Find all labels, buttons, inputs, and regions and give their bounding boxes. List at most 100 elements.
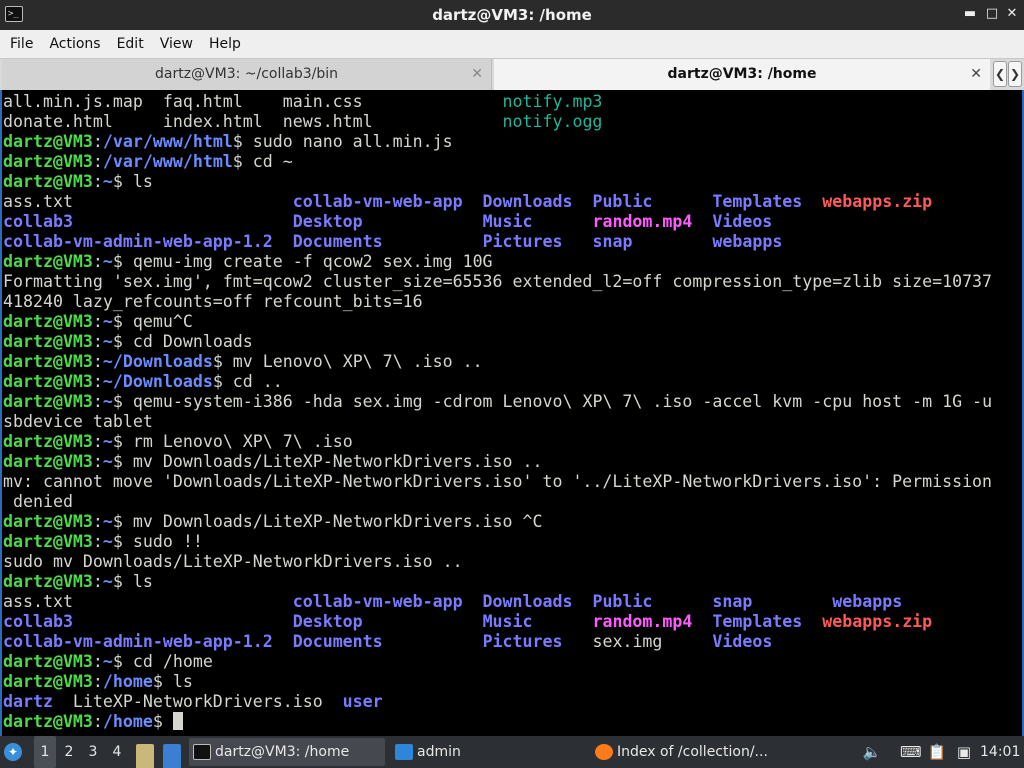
terminal-segment-plain (652, 192, 712, 211)
tab-label: dartz@VM3: /home (667, 66, 817, 82)
tab-collab3-bin[interactable]: dartz@VM3: ~/collab3/bin ✕ (2, 59, 492, 90)
terminal-segment-user: dartz@VM3 (3, 512, 93, 531)
menu-help[interactable]: Help (201, 30, 249, 58)
terminal-line: dartz@VM3:/home$ (3, 712, 992, 732)
tab-home[interactable]: dartz@VM3: /home ✕ (494, 59, 990, 90)
terminal-segment-dir: user (342, 692, 383, 711)
workspace-3[interactable]: 3 (82, 736, 104, 768)
terminal-segment-zip: webapps.zip (822, 612, 933, 631)
task-terminal[interactable]: dartz@VM3: /home (189, 738, 385, 766)
terminal-segment-plain: : (92, 332, 103, 351)
terminal-line: collab3 Desktop Music random.mp4 Videos (3, 212, 992, 232)
tab-scroll-left-icon[interactable]: ❮ (993, 61, 1007, 87)
terminal-segment-user: dartz@VM3 (3, 652, 93, 671)
task-admin-folder[interactable]: admin (391, 738, 587, 766)
terminal-line: dartz@VM3:~$ mv Downloads/LiteXP-Network… (3, 452, 992, 472)
terminal-segment-path: ~ (102, 512, 113, 531)
terminal-line: dartz@VM3:~$ mv Downloads/LiteXP-Network… (3, 512, 992, 532)
workspace-4[interactable]: 4 (106, 736, 128, 768)
taskbar: ✦ 1 2 3 4 dartz@VM3: /home admin Index o… (0, 736, 1024, 768)
terminal-segment-plain (563, 632, 593, 651)
terminal-segment-plain: $ ls (112, 172, 153, 191)
terminal-segment-plain: $ cd Downloads (112, 332, 253, 351)
terminal-segment-plain: mv: cannot move 'Downloads/LiteXP-Networ… (3, 472, 993, 491)
keyboard-icon[interactable]: ⌨ (900, 736, 922, 768)
terminal-segment-dir: Templates (712, 612, 803, 631)
task-firefox[interactable]: Index of /collection/... (591, 738, 787, 766)
close-icon[interactable]: ✕ (1004, 6, 1020, 22)
terminal-segment-user: dartz@VM3 (3, 312, 93, 331)
terminal-segment-path: ~ (102, 392, 113, 411)
start-menu-icon[interactable]: ✦ (4, 736, 26, 768)
terminal-line: dartz@VM3:~$ cd Downloads (3, 332, 992, 352)
terminal-line: dartz@VM3:~$ sudo !! (3, 532, 992, 552)
volume-icon[interactable]: 🔈 (862, 736, 882, 768)
terminal-line: ass.txt collab-vm-web-app Downloads Publ… (3, 592, 992, 612)
terminal-segment-plain: : (92, 372, 103, 391)
screen-icon[interactable]: ▣ (954, 736, 974, 768)
minimize-icon[interactable]: ▬ (962, 6, 978, 22)
firefox-icon (595, 744, 613, 760)
terminal-line: dartz@VM3:~$ rm Lenovo\ XP\ 7\ .iso (3, 432, 992, 452)
terminal-output: all.min.js.map faq.html main.css notify.… (3, 92, 992, 732)
terminal-segment-plain: $ rm Lenovo\ XP\ 7\ .iso (112, 432, 353, 451)
terminal-segment-plain (363, 612, 483, 631)
terminal-segment-path: ~ (102, 432, 113, 451)
terminal-segment-plain: $ sudo !! (112, 532, 203, 551)
terminal-segment-user: dartz@VM3 (3, 352, 93, 371)
terminal-segment-dir: collab3 (3, 612, 73, 631)
terminal-segment-plain (572, 592, 592, 611)
maximize-icon[interactable]: □ (984, 6, 1000, 22)
terminal-segment-plain: $ ls (112, 572, 153, 591)
terminal-line: denied (3, 492, 992, 512)
terminal-segment-path: ~ (102, 572, 113, 591)
terminal-segment-plain: denied (3, 492, 73, 511)
folder-icon (395, 744, 413, 760)
terminal-segment-plain: $ mv Downloads/LiteXP-NetworkDrivers.iso… (112, 512, 543, 531)
terminal-segment-dir: collab-vm-admin-web-app-1.2 (3, 232, 273, 251)
terminal-line: dartz@VM3:~/Downloads$ cd .. (3, 372, 992, 392)
terminal-segment-plain (273, 232, 293, 251)
terminal-segment-plain: $ cd .. (212, 372, 283, 391)
terminal-cursor (172, 712, 183, 730)
menu-view[interactable]: View (152, 30, 201, 58)
menu-edit[interactable]: Edit (109, 30, 152, 58)
terminal-segment-user: dartz@VM3 (3, 372, 93, 391)
terminal-segment-plain: $ ls (152, 672, 193, 691)
terminal-segment-plain: : (92, 532, 103, 551)
terminal-segment-user: dartz@VM3 (3, 452, 93, 471)
tab-close-icon[interactable]: ✕ (970, 59, 982, 89)
tab-scroll-right-icon[interactable]: ❯ (1008, 61, 1022, 87)
terminal-view[interactable]: all.min.js.map faq.html main.css notify.… (0, 90, 1024, 736)
terminal-segment-plain: : (92, 312, 103, 331)
terminal-segment-plain (73, 212, 293, 231)
file-manager-icon[interactable] (136, 744, 154, 768)
show-desktop-icon[interactable] (163, 744, 181, 768)
terminal-line: mv: cannot move 'Downloads/LiteXP-Networ… (3, 472, 992, 492)
terminal-segment-plain: donate.html index.html news.html (3, 112, 503, 131)
terminal-segment-plain: $ mv Downloads/LiteXP-NetworkDrivers.iso… (112, 452, 543, 471)
terminal-segment-plain: sex.img (592, 632, 663, 651)
terminal-segment-plain (273, 632, 293, 651)
window-title: dartz@VM3: /home (432, 6, 592, 24)
clipboard-icon[interactable]: 📋 (927, 736, 947, 768)
menu-file[interactable]: File (2, 30, 41, 58)
terminal-line: collab-vm-admin-web-app-1.2 Documents Pi… (3, 232, 992, 252)
terminal-line: donate.html index.html news.html notify.… (3, 112, 992, 132)
terminal-segment-plain: : (92, 132, 103, 151)
terminal-segment-plain: ass.txt (3, 192, 293, 211)
terminal-segment-plain: : (92, 672, 103, 691)
workspace-2[interactable]: 2 (58, 736, 80, 768)
terminal-line: dartz@VM3:~$ ls (3, 172, 992, 192)
workspace-1[interactable]: 1 (34, 736, 56, 768)
terminal-line: dartz@VM3:~/Downloads$ mv Lenovo\ XP\ 7\… (3, 352, 992, 372)
tab-close-icon[interactable]: ✕ (471, 59, 483, 89)
terminal-segment-plain (802, 612, 822, 631)
terminal-segment-user: dartz@VM3 (3, 432, 93, 451)
menu-actions[interactable]: Actions (41, 30, 108, 58)
terminal-segment-plain (632, 232, 712, 251)
terminal-segment-path: ~ (102, 532, 113, 551)
terminal-segment-plain: : (92, 172, 103, 191)
terminal-line: all.min.js.map faq.html main.css notify.… (3, 92, 992, 112)
terminal-segment-path: ~ (102, 332, 113, 351)
